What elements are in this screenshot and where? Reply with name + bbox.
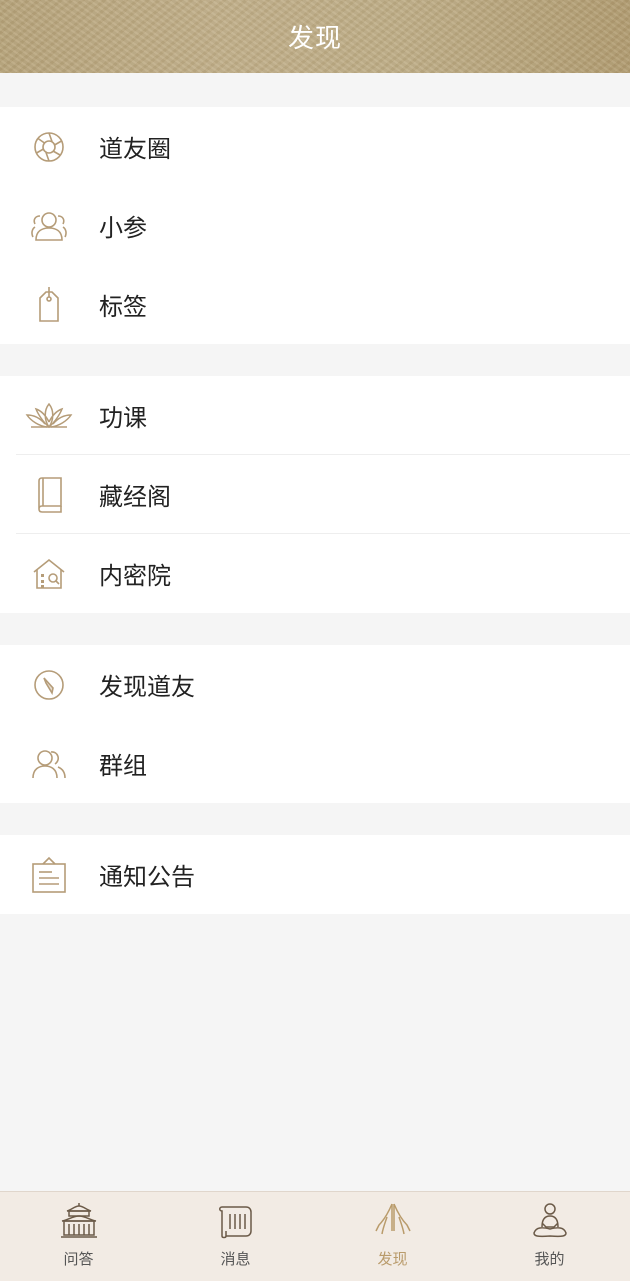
menu-section-practice: 功课 藏经阁 内密院 <box>0 376 630 613</box>
menu-item-qunzu[interactable]: 群组 <box>0 724 630 803</box>
header-bar: 发现 <box>0 0 630 73</box>
menu-item-cangjingge[interactable]: 藏经阁 <box>0 455 630 534</box>
menu-item-faxian-daoyou[interactable]: 发现道友 <box>0 645 630 724</box>
notice-board-icon <box>24 853 74 897</box>
meditation-icon <box>530 1201 570 1241</box>
tab-wode[interactable]: 我的 <box>471 1192 628 1281</box>
menu-item-label: 功课 <box>99 404 147 432</box>
book-icon <box>24 473 74 517</box>
menu-section-discover: 发现道友 群组 <box>0 645 630 803</box>
menu-item-gongke[interactable]: 功课 <box>0 376 630 455</box>
aperture-icon <box>24 125 74 169</box>
tab-faxian[interactable]: 发现 <box>314 1192 471 1281</box>
house-search-icon <box>24 552 74 596</box>
menu-item-label: 内密院 <box>99 562 171 590</box>
tab-label: 发现 <box>377 1250 408 1268</box>
tab-label: 我的 <box>534 1250 565 1268</box>
temple-icon <box>59 1201 99 1241</box>
tab-xiaoxi[interactable]: 消息 <box>157 1192 314 1281</box>
tab-wenda[interactable]: 问答 <box>0 1192 157 1281</box>
menu-item-daoyouquan[interactable]: 道友圈 <box>0 107 630 186</box>
menu-item-tongzhi-gonggao[interactable]: 通知公告 <box>0 835 630 914</box>
menu-item-label: 标签 <box>99 293 147 321</box>
scroll-icon <box>216 1201 256 1241</box>
tag-icon <box>24 283 74 327</box>
page-title: 发现 <box>287 24 342 54</box>
menu-item-label: 小参 <box>99 214 147 242</box>
praying-hands-icon <box>373 1201 413 1241</box>
compass-icon <box>24 663 74 707</box>
menu-item-xiaocan[interactable]: 小参 <box>0 186 630 265</box>
people-icon <box>24 204 74 248</box>
menu-item-biaoqian[interactable]: 标签 <box>0 265 630 344</box>
lotus-icon <box>24 394 74 438</box>
menu-item-label: 道友圈 <box>99 135 171 163</box>
bottom-tab-bar: 问答 消息 发现 我的 <box>0 1191 630 1281</box>
menu-item-neimiyuan[interactable]: 内密院 <box>0 534 630 613</box>
menu-section-social: 道友圈 小参 标签 <box>0 107 630 344</box>
tab-label: 消息 <box>220 1250 251 1268</box>
menu-section-notice: 通知公告 <box>0 835 630 914</box>
menu-item-label: 群组 <box>99 752 147 780</box>
menu-item-label: 发现道友 <box>99 673 195 701</box>
tab-label: 问答 <box>63 1250 94 1268</box>
menu-item-label: 藏经阁 <box>99 483 171 511</box>
menu-item-label: 通知公告 <box>99 863 195 891</box>
group-icon <box>24 742 74 786</box>
